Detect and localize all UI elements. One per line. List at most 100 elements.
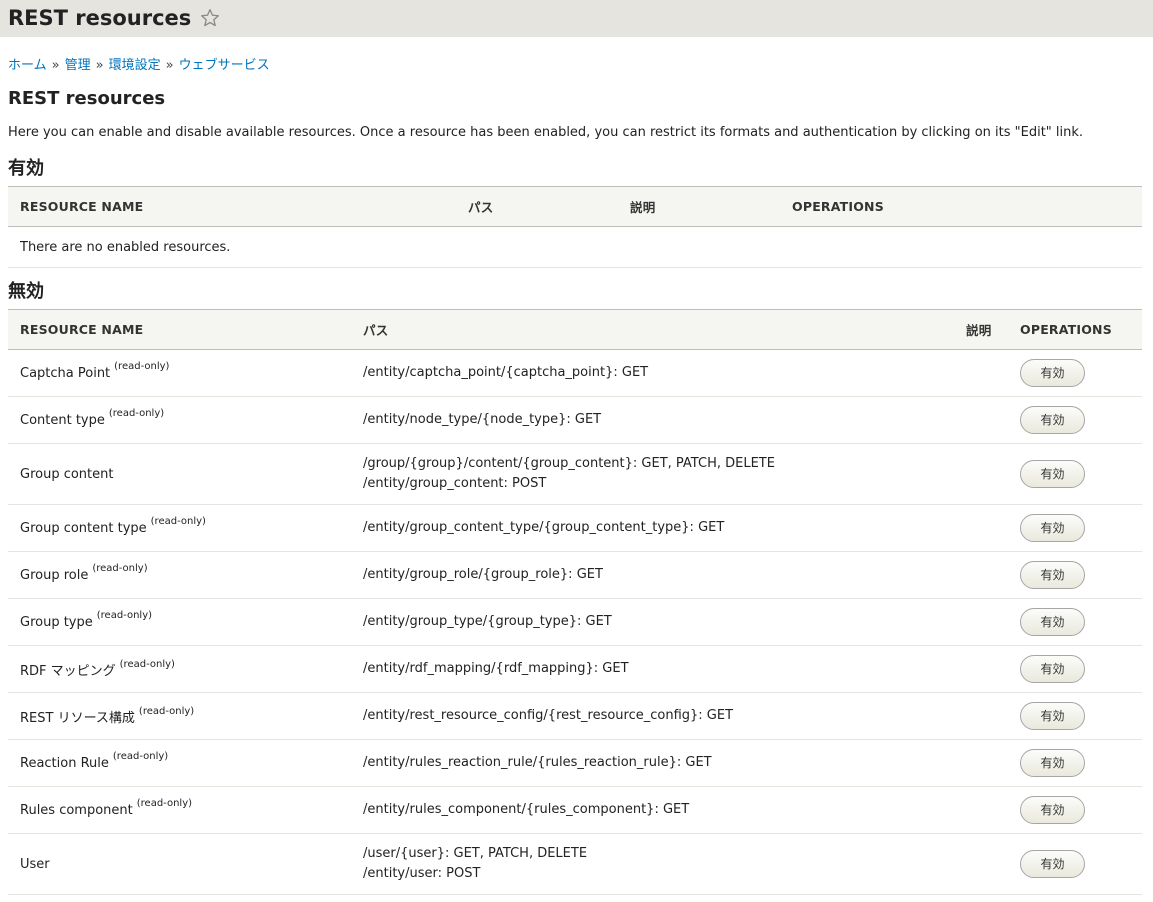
resource-path-cell: /group/{group}/content/{group_content}: … bbox=[351, 443, 954, 505]
resource-path-cell: /entity/rdf_mapping/{rdf_mapping}: GET bbox=[351, 645, 954, 693]
breadcrumb: ホーム » 管理 » 環境設定 » ウェブサービス bbox=[8, 54, 270, 73]
enabled-section-title: 有効 bbox=[8, 158, 44, 179]
resource-name-cell: Group type (read-only) bbox=[8, 598, 351, 646]
enable-button[interactable]: 有効 bbox=[1020, 850, 1085, 878]
column-path: パス bbox=[456, 186, 618, 227]
resource-operations-cell: 有効 bbox=[1008, 786, 1142, 834]
resource-name: Group role bbox=[20, 567, 89, 583]
breadcrumb-separator: » bbox=[51, 58, 60, 73]
resource-name: Rules component bbox=[20, 802, 133, 818]
resource-description-cell bbox=[954, 349, 1008, 397]
resource-description-cell bbox=[954, 692, 1008, 740]
resource-operations-cell: 有効 bbox=[1008, 551, 1142, 599]
disabled-resources-table: RESOURCE NAME パス 説明 OPERATIONS Captcha P… bbox=[8, 309, 1142, 895]
resource-path: /entity/rest_resource_config/{rest_resou… bbox=[363, 708, 734, 723]
resource-description-cell bbox=[954, 833, 1008, 895]
enable-button[interactable]: 有効 bbox=[1020, 608, 1085, 636]
resource-path: /entity/rules_reaction_rule/{rules_react… bbox=[363, 755, 712, 770]
resource-path-cell: /entity/group_content_type/{group_conten… bbox=[351, 504, 954, 552]
star-icon[interactable] bbox=[200, 8, 220, 28]
table-row: Reaction Rule (read-only) /entity/rules_re… bbox=[8, 739, 1142, 787]
content-heading: REST resources bbox=[8, 88, 166, 109]
empty-message: There are no enabled resources. bbox=[8, 226, 1142, 268]
disabled-section-title: 無効 bbox=[8, 281, 44, 302]
resource-name-cell: Reaction Rule (read-only) bbox=[8, 739, 351, 787]
resource-path: /group/{group}/content/{group_content}: … bbox=[363, 456, 775, 471]
resource-operations-cell: 有効 bbox=[1008, 739, 1142, 787]
enable-button[interactable]: 有効 bbox=[1020, 406, 1085, 434]
resource-name: Group type bbox=[20, 614, 93, 630]
breadcrumb-home[interactable]: ホーム bbox=[8, 58, 47, 73]
read-only-label: (read-only) bbox=[114, 360, 170, 372]
resource-name-cell: REST リソース構成 (read-only) bbox=[8, 692, 351, 740]
resource-name-cell: User bbox=[8, 833, 351, 895]
column-operations: OPERATIONS bbox=[780, 186, 1142, 227]
resource-path: /entity/group_content_type/{group_conten… bbox=[363, 520, 725, 535]
breadcrumb-separator: » bbox=[95, 58, 104, 73]
read-only-label: (read-only) bbox=[119, 658, 175, 670]
table-row: Group role (read-only) /entity/group_role/… bbox=[8, 551, 1142, 599]
resource-path-cell: /entity/rules_reaction_rule/{rules_react… bbox=[351, 739, 954, 787]
breadcrumb-admin[interactable]: 管理 bbox=[65, 58, 91, 73]
resource-name-cell: Rules component (read-only) bbox=[8, 786, 351, 834]
page-description: Here you can enable and disable availabl… bbox=[8, 125, 1084, 140]
page-title: REST resources bbox=[8, 6, 192, 30]
resource-name-cell: RDF マッピング (read-only) bbox=[8, 645, 351, 693]
resource-path-cell: /entity/captcha_point/{captcha_point}: G… bbox=[351, 349, 954, 397]
enable-button[interactable]: 有効 bbox=[1020, 359, 1085, 387]
table-row: Content type (read-only) /entity/node_type… bbox=[8, 396, 1142, 444]
table-row: Group content/group/{group}/content/{gro… bbox=[8, 443, 1142, 505]
resource-path-cell: /entity/rules_component/{rules_component… bbox=[351, 786, 954, 834]
resource-description-cell bbox=[954, 504, 1008, 552]
resource-name: User bbox=[20, 856, 50, 872]
resource-name: Captcha Point bbox=[20, 365, 111, 381]
table-row: Rules component (read-only) /entity/rules_… bbox=[8, 786, 1142, 834]
read-only-label: (read-only) bbox=[92, 562, 148, 574]
breadcrumb-separator: » bbox=[165, 58, 174, 73]
page-header: REST resources bbox=[0, 0, 1153, 37]
resource-name-cell: Group role (read-only) bbox=[8, 551, 351, 599]
breadcrumb-config[interactable]: 環境設定 bbox=[109, 58, 161, 73]
resource-path: /entity/node_type/{node_type}: GET bbox=[363, 412, 602, 427]
breadcrumb-web-services[interactable]: ウェブサービス bbox=[179, 58, 270, 73]
table-header-row: RESOURCE NAME パス 説明 OPERATIONS bbox=[8, 186, 1142, 227]
resource-description-cell bbox=[954, 396, 1008, 444]
resource-path: /entity/user: POST bbox=[363, 866, 481, 881]
resource-name: Reaction Rule bbox=[20, 755, 109, 771]
resource-description-cell bbox=[954, 443, 1008, 505]
resource-path: /entity/rules_component/{rules_component… bbox=[363, 802, 690, 817]
resource-operations-cell: 有効 bbox=[1008, 504, 1142, 552]
resource-operations-cell: 有効 bbox=[1008, 443, 1142, 505]
enable-button[interactable]: 有効 bbox=[1020, 702, 1085, 730]
column-resource-name: RESOURCE NAME bbox=[8, 186, 456, 227]
empty-row: There are no enabled resources. bbox=[8, 226, 1142, 268]
resource-description-cell bbox=[954, 598, 1008, 646]
column-path: パス bbox=[351, 309, 954, 350]
enable-button[interactable]: 有効 bbox=[1020, 655, 1085, 683]
resource-description-cell bbox=[954, 739, 1008, 787]
resource-description-cell bbox=[954, 551, 1008, 599]
table-row: Group content type (read-only) /entity/gro… bbox=[8, 504, 1142, 552]
resource-name: RDF マッピング bbox=[20, 663, 116, 679]
enable-button[interactable]: 有効 bbox=[1020, 749, 1085, 777]
column-resource-name: RESOURCE NAME bbox=[8, 309, 351, 350]
enable-button[interactable]: 有効 bbox=[1020, 561, 1085, 589]
resource-description-cell bbox=[954, 645, 1008, 693]
resource-operations-cell: 有効 bbox=[1008, 349, 1142, 397]
column-description: 説明 bbox=[618, 186, 780, 227]
read-only-label: (read-only) bbox=[138, 705, 195, 717]
resource-name-cell: Group content bbox=[8, 443, 351, 505]
table-row: REST リソース構成 (read-only) /entity/rest_resou… bbox=[8, 692, 1142, 740]
read-only-label: (read-only) bbox=[150, 515, 206, 527]
resource-name: Group content type bbox=[20, 520, 147, 536]
enabled-resources-table: RESOURCE NAME パス 説明 OPERATIONS There are… bbox=[8, 186, 1142, 268]
resource-operations-cell: 有効 bbox=[1008, 692, 1142, 740]
resource-description-cell bbox=[954, 786, 1008, 834]
table-row: RDF マッピング (read-only) /entity/rdf_mapping/… bbox=[8, 645, 1142, 693]
enable-button[interactable]: 有効 bbox=[1020, 514, 1085, 542]
table-row: User/user/{user}: GET, PATCH, DELETE/ent… bbox=[8, 833, 1142, 895]
resource-operations-cell: 有効 bbox=[1008, 645, 1142, 693]
column-description: 説明 bbox=[954, 309, 1008, 350]
enable-button[interactable]: 有効 bbox=[1020, 460, 1085, 488]
enable-button[interactable]: 有効 bbox=[1020, 796, 1085, 824]
